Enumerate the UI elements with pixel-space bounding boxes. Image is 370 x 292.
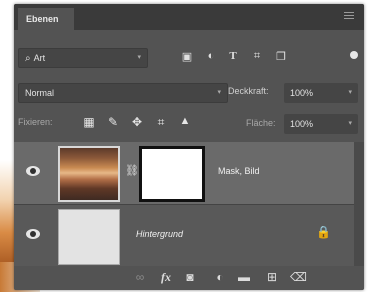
layer-name: Hintergrund [136,229,184,239]
layer-mask-thumbnail[interactable] [139,146,205,202]
opacity-label: Deckkraft: [228,86,269,96]
lock-position-icon[interactable]: ✥ [130,115,144,129]
adjustment-layer-icon[interactable]: ◐ [212,270,228,284]
lock-all-icon[interactable]: ▲ [178,115,192,127]
fill-value: 100% [290,119,314,129]
layer-name: Mask, Bild [218,166,260,176]
search-icon: ⌕ [25,53,31,64]
visibility-eye-icon[interactable] [26,229,40,239]
blend-row: Normal ▾ Deckkraft: 100% ▾ [14,83,364,105]
smartobject-filter-icon[interactable]: ❐ [274,50,288,63]
layers-panel: Ebenen ⌕ Art ▾ ▣ ◐ T ⌗ ❐ Normal ▾ Deckkra… [14,4,364,290]
layer-thumbnail[interactable] [58,209,120,265]
delete-icon[interactable]: ⌫ [290,270,307,284]
layer-row-mask-bild[interactable]: ⛓ Mask, Bild [14,142,354,204]
chevron-down-icon: ▾ [348,89,352,96]
blend-mode-value: Normal [25,88,55,98]
fill-field[interactable]: 100% ▾ [284,114,358,134]
filter-toggle-icon[interactable] [350,51,358,59]
panel-menu-icon[interactable] [344,12,354,20]
scrollbar[interactable] [354,142,364,266]
panel-bottom-bar: ∞ fx ◙ ◐ ▬ ⊞ ⌫ [14,266,364,290]
type-filter-icon[interactable]: T [226,50,240,62]
lock-label: Fixieren: [18,117,53,127]
chevron-down-icon: ▾ [348,120,352,127]
lock-transparent-icon[interactable]: ▦ [82,115,96,129]
layer-thumbnail[interactable] [58,146,120,202]
chevron-down-icon: ▾ [217,89,221,96]
add-mask-icon[interactable]: ◙ [182,270,198,284]
mask-link-icon[interactable]: ⛓ [125,164,139,177]
panel-tab-bar: Ebenen [14,4,364,30]
lock-artboard-icon[interactable]: ⌗ [154,115,168,130]
lock-image-icon[interactable]: ✎ [106,115,120,129]
lock-row: Fixieren: ▦ ✎ ✥ ⌗ ▲ Fläche: 100% ▾ [14,114,364,134]
blend-mode-select[interactable]: Normal ▾ [18,83,228,103]
filter-row: ⌕ Art ▾ ▣ ◐ T ⌗ ❐ [14,48,364,72]
adjustment-filter-icon[interactable]: ◐ [204,50,218,62]
opacity-field[interactable]: 100% ▾ [284,83,358,103]
new-layer-icon[interactable]: ⊞ [264,270,280,284]
layer-lock-icon: 🔒 [316,225,331,239]
fill-label: Fläche: [246,118,276,128]
shape-filter-icon[interactable]: ⌗ [250,50,264,63]
visibility-eye-icon[interactable] [26,166,40,176]
link-layers-icon[interactable]: ∞ [132,270,148,284]
chevron-down-icon: ▾ [137,54,141,61]
image-filter-icon[interactable]: ▣ [180,50,194,63]
layer-row-hintergrund[interactable]: Hintergrund 🔒 [14,204,354,267]
opacity-value: 100% [290,88,314,98]
tab-layers[interactable]: Ebenen [18,8,74,30]
filter-kind-label: Art [33,53,46,63]
filter-kind-select[interactable]: ⌕ Art ▾ [18,48,148,68]
new-group-icon[interactable]: ▬ [236,270,252,284]
fx-icon[interactable]: fx [158,270,174,285]
